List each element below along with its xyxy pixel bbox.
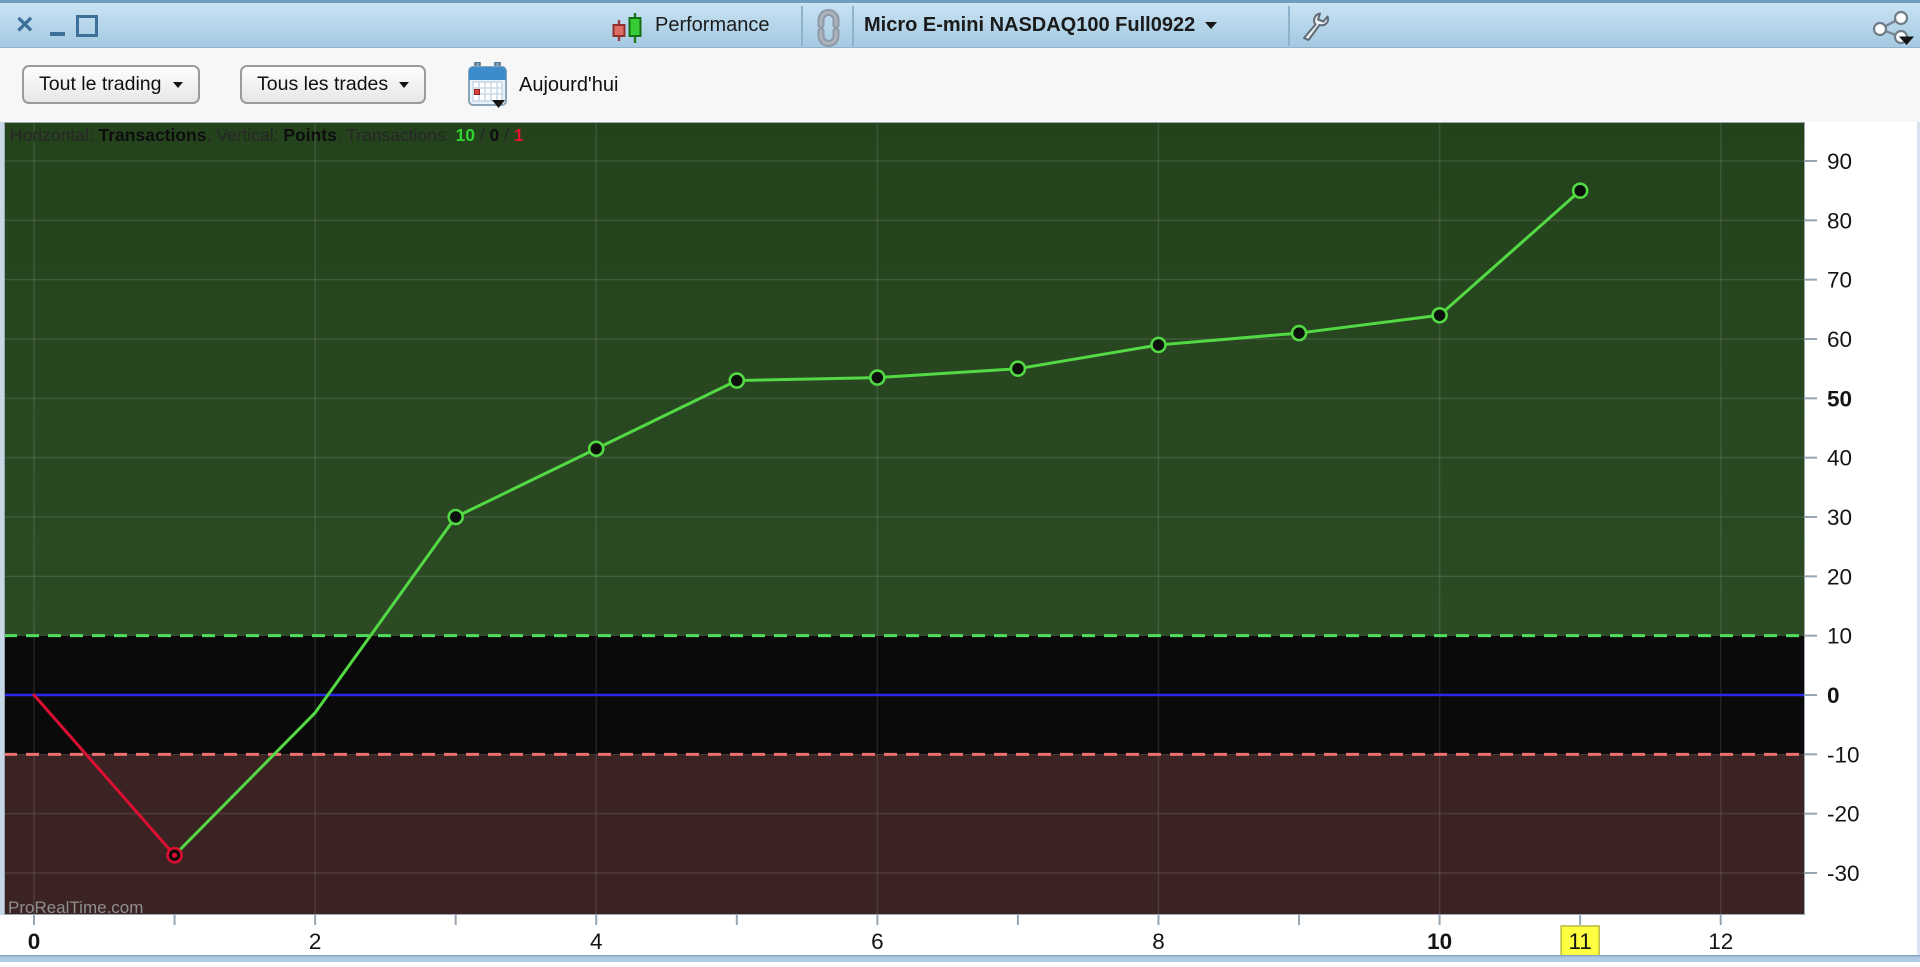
separator	[852, 6, 854, 46]
trades-filter-dropdown[interactable]: Tous les trades	[240, 65, 427, 104]
trading-filter-dropdown[interactable]: Tout le trading	[22, 65, 200, 104]
x-axis-label: 11	[1568, 929, 1591, 954]
trades-filter-label: Tous les trades	[257, 73, 389, 95]
x-axis-label: 2	[309, 929, 322, 954]
x-axis-label: 4	[590, 929, 603, 954]
y-axis-label: 90	[1827, 149, 1852, 174]
x-axis-label: 12	[1708, 929, 1733, 954]
close-icon[interactable]: ×	[16, 5, 34, 45]
y-axis-label: 80	[1827, 208, 1852, 233]
y-axis-label: 20	[1827, 564, 1852, 589]
x-axis-label: 8	[1152, 929, 1165, 954]
info-segment: Horizontal:	[10, 125, 99, 145]
watermark: ProRealTime.com	[8, 898, 144, 917]
chevron-down-icon	[1205, 22, 1218, 29]
trade-marker	[728, 372, 746, 389]
trade-marker	[1431, 306, 1448, 324]
y-axis-label: 70	[1827, 268, 1852, 293]
y-axis-label: 10	[1827, 624, 1852, 649]
trade-marker	[1571, 182, 1589, 199]
separator	[1288, 6, 1290, 46]
candlestick-performance-icon	[612, 13, 642, 43]
chevron-down-icon	[172, 81, 183, 88]
info-segment: 0	[489, 125, 500, 145]
separator	[801, 6, 803, 46]
performance-chart[interactable]: 9080706050403020100-10-20-300 2 4 6 8 10 11 12	[0, 122, 1920, 962]
toolbar: Tout le trading Tous les trades Aujourd'…	[0, 48, 1920, 122]
zone-loss	[4, 754, 1805, 915]
y-axis-label: 50	[1827, 386, 1852, 411]
chevron-down-icon	[399, 81, 410, 88]
info-segment: , Transactions:	[336, 125, 456, 145]
x-axis-label: 6	[871, 929, 884, 954]
info-segment: /	[499, 125, 514, 145]
maximize-icon[interactable]	[76, 15, 98, 37]
y-axis-label: -10	[1827, 742, 1860, 767]
info-segment: , Vertical:	[206, 125, 284, 145]
info-segment: 1	[513, 125, 524, 145]
info-segment: 10	[455, 125, 475, 145]
zone-profit	[4, 122, 1805, 636]
share-icon[interactable]	[1868, 10, 1916, 46]
y-axis-label: -30	[1827, 861, 1860, 886]
trade-marker	[1290, 324, 1308, 342]
trading-filter-label: Tout le trading	[39, 73, 162, 95]
performance-title: Performance	[655, 14, 770, 36]
wrench-icon[interactable]	[1299, 11, 1331, 43]
trade-marker	[1150, 336, 1167, 354]
y-axis-label: 0	[1827, 683, 1840, 708]
info-segment: Points	[283, 125, 337, 145]
trade-marker	[1009, 360, 1027, 377]
instrument-name: Micro E-mini NASDAQ100 Full0922	[864, 14, 1196, 36]
titlebar: × Performance Micro E-mini NASDAQ100 Ful…	[0, 0, 1920, 48]
trade-marker	[447, 508, 464, 526]
x-axis-label: 0	[28, 929, 41, 954]
y-axis-label: 60	[1827, 327, 1852, 352]
y-axis-label: 30	[1827, 505, 1852, 530]
y-axis-label: -20	[1827, 802, 1860, 827]
date-range-label: Aujourd'hui	[519, 74, 619, 96]
link-icon[interactable]	[811, 9, 845, 47]
minimize-icon[interactable]	[50, 32, 65, 36]
instrument-selector[interactable]: Micro E-mini NASDAQ100 Full0922	[864, 3, 1218, 48]
performance-chart-area: 90 80 70 60 50 40 30 20 10 0 -10 -20 -30 0 2 4 6 8 10 11 12 …	[0, 122, 1920, 962]
chart-info-bar: Horizontal: Transactions, Vertical: Poin…	[10, 123, 524, 148]
trade-marker	[587, 440, 605, 458]
x-axis-label: 10	[1427, 929, 1452, 954]
info-segment: Transactions	[98, 125, 207, 145]
info-segment: /	[474, 125, 490, 145]
calendar-icon[interactable]	[468, 62, 508, 109]
y-axis-label: 40	[1827, 446, 1852, 471]
trade-marker	[869, 369, 886, 386]
